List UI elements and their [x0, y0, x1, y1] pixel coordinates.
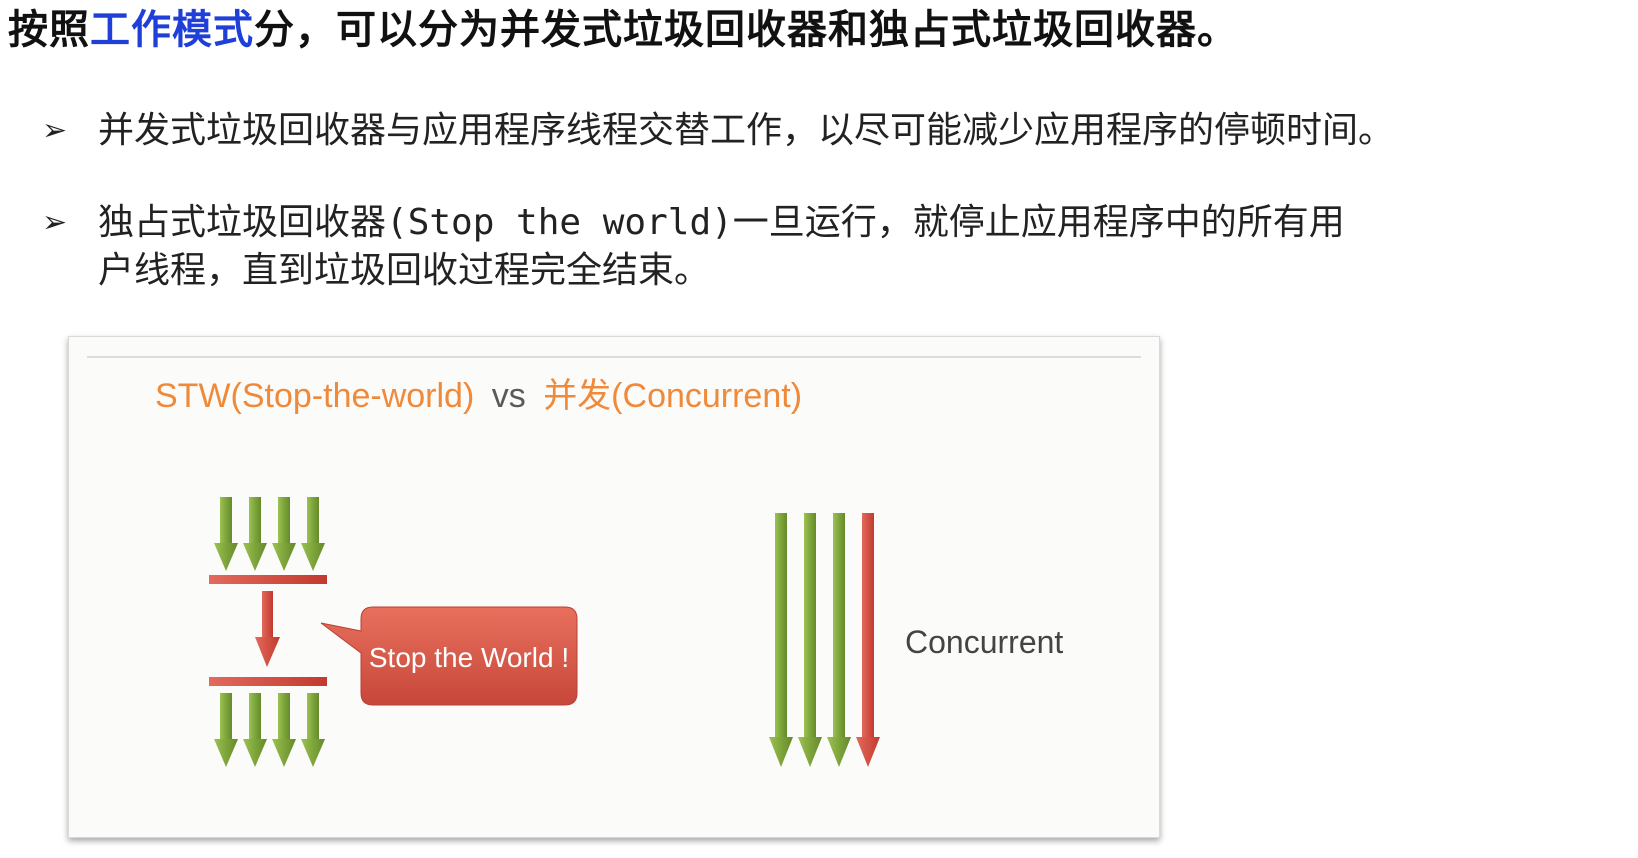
title-concurrent: 并发(Concurrent) [543, 377, 802, 415]
green-down-arrow [301, 497, 325, 571]
bullet-text-line2: 户线程，直到垃圾回收过程完全结束。 [98, 250, 711, 291]
green-down-arrow [272, 497, 296, 571]
figure-title: STW(Stop-the-world) vs 并发(Concurrent) [155, 377, 802, 415]
title-vs: vs [492, 377, 526, 415]
heading-suffix: 分，可以分为并发式垃圾回收器和独占式垃圾回收器。 [254, 7, 1238, 53]
stw-bottom-green-arrows [214, 693, 325, 767]
green-down-arrow [301, 693, 325, 767]
stw-top-bar [209, 575, 327, 584]
stw-top-green-arrows [214, 497, 325, 571]
stw-red-down-arrow [255, 591, 280, 667]
stw-bottom-bar [209, 677, 327, 686]
title-stw: STW(Stop-the-world) [155, 377, 474, 415]
heading-prefix: 按照 [8, 7, 90, 53]
bullet-text-code: (Stop the world) [386, 202, 733, 243]
green-down-arrow [272, 693, 296, 767]
slide-heading: 按照工作模式分，可以分为并发式垃圾回收器和独占式垃圾回收器。 [8, 4, 1238, 56]
arrow-bullet-icon: ➢ [42, 205, 68, 240]
green-down-arrow [214, 693, 238, 767]
bullet-text-b: 一旦运行，就停止应用程序中的所有用 [732, 202, 1345, 243]
green-down-arrow [769, 513, 793, 767]
bullet-text: 独占式垃圾回收器(Stop the world)一旦运行，就停止应用程序中的所有… [98, 198, 1345, 248]
green-down-arrow [243, 497, 267, 571]
stw-vs-concurrent-figure: STW(Stop-the-world) vs 并发(Concurrent) St… [68, 336, 1160, 838]
green-down-arrow [214, 497, 238, 571]
green-down-arrow [243, 693, 267, 767]
stop-the-world-callout: Stop the World ! [320, 606, 578, 706]
green-down-arrow [827, 513, 851, 767]
green-down-arrow [798, 513, 822, 767]
heading-highlight: 工作模式 [90, 7, 254, 53]
callout-text: Stop the World ! [369, 642, 569, 673]
concurrent-label: Concurrent [905, 624, 1063, 660]
bullet-text: 并发式垃圾回收器与应用程序线程交替工作，以尽可能减少应用程序的停顿时间。 [98, 110, 1395, 151]
arrow-bullet-icon: ➢ [42, 113, 68, 148]
bullet-text-a: 独占式垃圾回收器 [98, 202, 387, 243]
slide: 按照工作模式分，可以分为并发式垃圾回收器和独占式垃圾回收器。 ➢ 并发式垃圾回收… [0, 0, 1638, 858]
red-down-arrow [856, 513, 880, 767]
concurrent-arrows [769, 513, 880, 767]
figure-diagram: STW(Stop-the-world) vs 并发(Concurrent) St… [87, 356, 1141, 767]
